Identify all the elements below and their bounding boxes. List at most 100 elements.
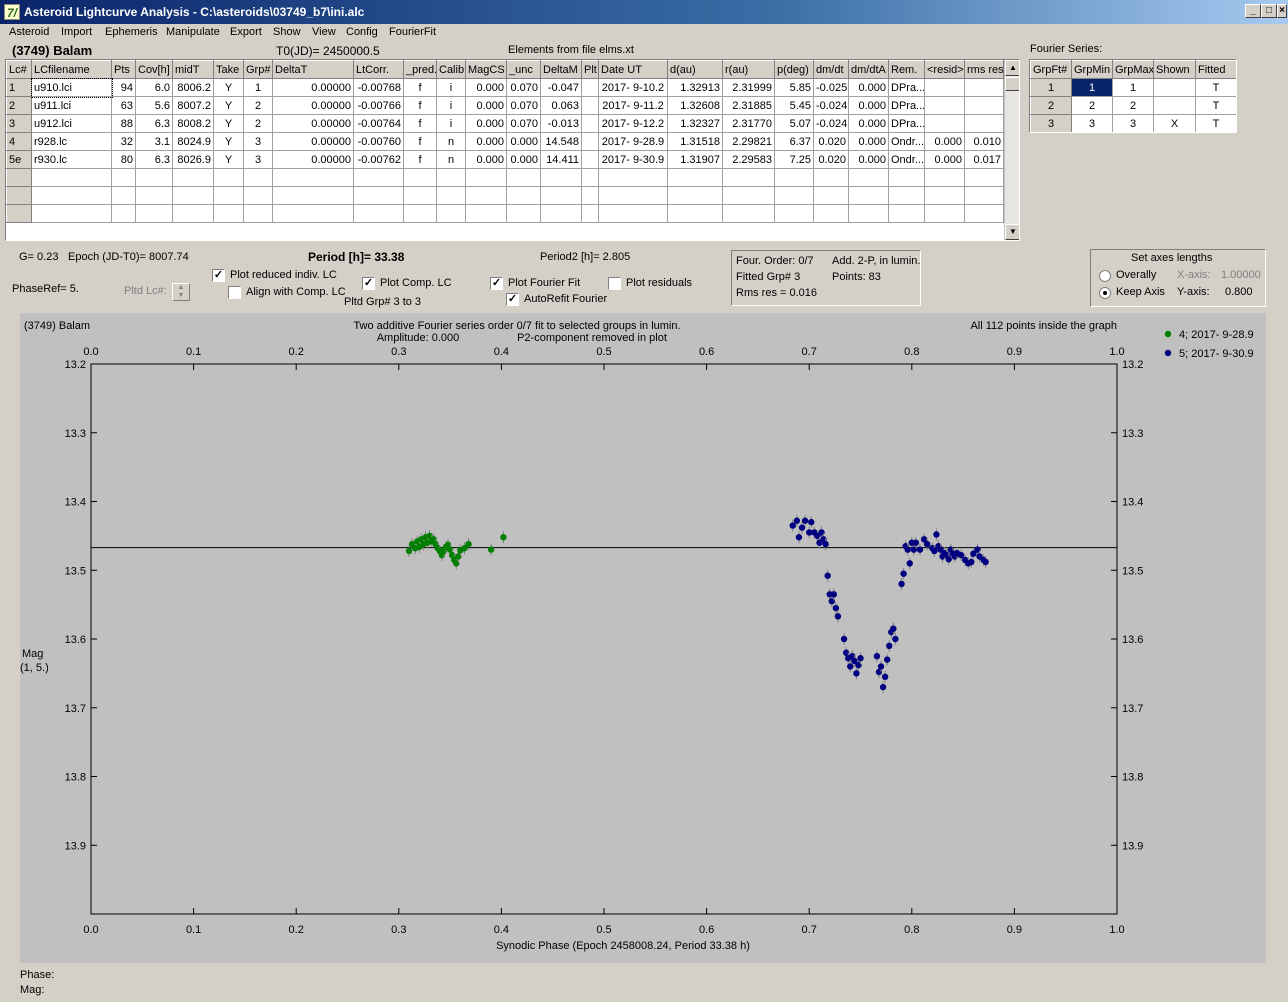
lc-cell[interactable]: 8024.9 bbox=[172, 132, 214, 151]
lc-cell[interactable] bbox=[667, 168, 723, 187]
lc-cell[interactable]: u912.lci bbox=[31, 114, 112, 133]
lc-cell[interactable]: 5.6 bbox=[135, 96, 173, 115]
lc-cell[interactable] bbox=[581, 132, 599, 151]
lc-cell[interactable]: r928.lc bbox=[31, 132, 112, 151]
fourier-row-header[interactable]: 2 bbox=[1030, 96, 1072, 115]
lc-cell[interactable]: 8026.9 bbox=[172, 150, 214, 169]
fourier-cell[interactable] bbox=[1153, 96, 1196, 115]
lc-cell[interactable]: u911.lci bbox=[31, 96, 112, 115]
lc-col-header[interactable]: DeltaT bbox=[272, 60, 354, 79]
lc-cell[interactable]: 14.411 bbox=[540, 150, 582, 169]
lc-row-header[interactable]: 2 bbox=[6, 96, 32, 115]
lc-cell[interactable]: 2017- 9-11.2 bbox=[598, 96, 668, 115]
lc-col-header[interactable]: Pts bbox=[111, 60, 136, 79]
lc-cell[interactable] bbox=[465, 168, 507, 187]
lc-cell[interactable] bbox=[213, 186, 244, 205]
lc-cell[interactable]: -0.00760 bbox=[353, 132, 404, 151]
lc-cell[interactable]: DPra... bbox=[888, 78, 925, 97]
lc-row-header[interactable]: 4 bbox=[6, 132, 32, 151]
lc-cell[interactable]: Y bbox=[213, 114, 244, 133]
lc-cell[interactable]: 2.31770 bbox=[722, 114, 775, 133]
fourier-table-row[interactable]: 111T bbox=[1030, 78, 1236, 97]
lc-cell[interactable] bbox=[353, 204, 404, 223]
lc-cell[interactable] bbox=[924, 186, 965, 205]
lc-cell[interactable]: DPra... bbox=[888, 114, 925, 133]
lc-cell[interactable]: i bbox=[436, 114, 466, 133]
lc-cell[interactable]: 0.000 bbox=[465, 132, 507, 151]
lc-cell[interactable] bbox=[111, 168, 136, 187]
fourier-col-header[interactable]: GrpMax bbox=[1112, 60, 1154, 79]
lc-cell[interactable]: 0.000 bbox=[848, 150, 889, 169]
lc-col-header[interactable]: DeltaM bbox=[540, 60, 582, 79]
lc-cell[interactable]: 0.070 bbox=[506, 78, 541, 97]
fourier-row-header[interactable]: 1 bbox=[1030, 78, 1072, 97]
lc-row-header[interactable]: 1 bbox=[6, 78, 32, 97]
lc-cell[interactable]: 6.0 bbox=[135, 78, 173, 97]
lc-cell[interactable] bbox=[848, 168, 889, 187]
lc-cell[interactable]: 2017- 9-30.9 bbox=[598, 150, 668, 169]
lc-col-header[interactable]: Date UT bbox=[598, 60, 668, 79]
minimize-button[interactable]: _ bbox=[1245, 4, 1261, 18]
menu-ephemeris[interactable]: Ephemeris bbox=[105, 26, 158, 38]
fourier-table-row[interactable]: 333XT bbox=[1030, 114, 1236, 132]
lc-table-row[interactable]: 5e r930.lc 80 6.3 8026.9 Y 3 0.00000 -0.00762 f n 0… bbox=[6, 150, 1004, 169]
lc-table-scrollbar[interactable]: ▲ ▼ bbox=[1004, 60, 1019, 240]
lc-cell[interactable]: 0.000 bbox=[506, 150, 541, 169]
lc-cell[interactable] bbox=[403, 204, 437, 223]
lc-row-header[interactable]: 3 bbox=[6, 114, 32, 133]
lc-row-header[interactable] bbox=[6, 186, 32, 205]
lc-cell[interactable]: Y bbox=[213, 96, 244, 115]
lc-cell[interactable] bbox=[272, 204, 354, 223]
lc-cell[interactable]: 6.37 bbox=[774, 132, 814, 151]
lc-cell[interactable] bbox=[722, 186, 775, 205]
lc-cell[interactable] bbox=[722, 168, 775, 187]
lc-cell[interactable]: f bbox=[403, 96, 437, 115]
plot-comp-checkbox[interactable]: ✓ bbox=[362, 277, 375, 290]
lc-col-header[interactable]: Rem. bbox=[888, 60, 925, 79]
lc-cell[interactable]: 32 bbox=[111, 132, 136, 151]
lc-cell[interactable]: 2.31885 bbox=[722, 96, 775, 115]
lc-cell[interactable]: -0.047 bbox=[540, 78, 582, 97]
lc-table-row[interactable] bbox=[6, 186, 1004, 205]
lc-cell[interactable] bbox=[172, 204, 214, 223]
lc-cell[interactable]: 88 bbox=[111, 114, 136, 133]
lc-cell[interactable] bbox=[888, 168, 925, 187]
lc-cell[interactable]: 94 bbox=[111, 78, 136, 97]
lc-cell[interactable]: -0.024 bbox=[813, 114, 849, 133]
lc-col-header[interactable]: Take bbox=[213, 60, 244, 79]
menu-show[interactable]: Show bbox=[273, 26, 301, 38]
lc-cell[interactable] bbox=[667, 186, 723, 205]
lc-cell[interactable] bbox=[813, 168, 849, 187]
lc-cell[interactable] bbox=[581, 114, 599, 133]
lc-cell[interactable]: f bbox=[403, 132, 437, 151]
fourier-cell[interactable]: T bbox=[1195, 96, 1236, 115]
lc-cell[interactable]: f bbox=[403, 150, 437, 169]
lc-col-header[interactable]: Lc# bbox=[6, 60, 32, 79]
fourier-cell[interactable]: X bbox=[1153, 114, 1196, 132]
lc-cell[interactable] bbox=[31, 168, 112, 187]
lc-cell[interactable]: 0.020 bbox=[813, 132, 849, 151]
lc-cell[interactable]: -0.00768 bbox=[353, 78, 404, 97]
lc-cell[interactable] bbox=[243, 186, 273, 205]
plot-reduced-checkbox[interactable]: ✓ bbox=[212, 269, 225, 282]
lc-cell[interactable] bbox=[924, 114, 965, 133]
lc-cell[interactable]: 0.070 bbox=[506, 114, 541, 133]
lc-table-row[interactable]: 2 u911.lci 63 5.6 8007.2 Y 2 0.00000 -0.00766 f i 0… bbox=[6, 96, 1004, 115]
lc-cell[interactable] bbox=[598, 204, 668, 223]
lc-cell[interactable]: 6.3 bbox=[135, 114, 173, 133]
lc-cell[interactable]: 1 bbox=[243, 78, 273, 97]
lc-cell[interactable] bbox=[135, 168, 173, 187]
lc-cell[interactable]: Y bbox=[213, 150, 244, 169]
lc-cell[interactable]: 2017- 9-28.9 bbox=[598, 132, 668, 151]
lc-cell[interactable]: DPra... bbox=[888, 96, 925, 115]
lc-cell[interactable]: n bbox=[436, 150, 466, 169]
fourier-col-header[interactable]: Fitted bbox=[1195, 60, 1236, 79]
fourier-cell[interactable]: 2 bbox=[1112, 96, 1154, 115]
yaxis-value[interactable]: 0.800 bbox=[1225, 286, 1253, 298]
lc-cell[interactable] bbox=[403, 186, 437, 205]
lc-cell[interactable]: 0.000 bbox=[465, 96, 507, 115]
lc-cell[interactable]: 2 bbox=[243, 96, 273, 115]
lc-cell[interactable]: 3 bbox=[243, 150, 273, 169]
plot-residuals-checkbox[interactable] bbox=[608, 277, 621, 290]
lc-cell[interactable] bbox=[506, 186, 541, 205]
